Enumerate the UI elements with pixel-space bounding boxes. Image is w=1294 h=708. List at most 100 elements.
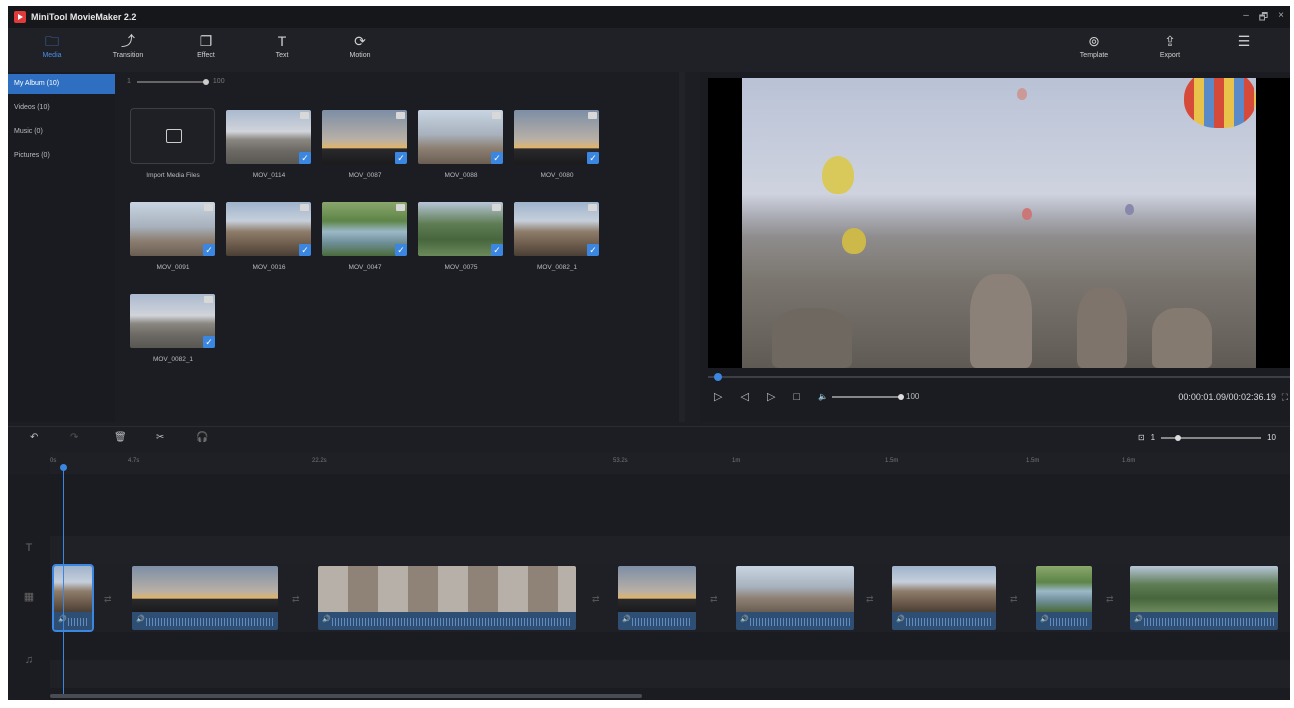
split-icon[interactable]: ✂: [156, 432, 164, 443]
volume-knob[interactable]: [898, 393, 905, 400]
transition-icon[interactable]: ⇄: [1106, 594, 1114, 605]
timeline-clip[interactable]: 🔊: [318, 566, 576, 630]
transition-icon[interactable]: ⇄: [1010, 594, 1018, 605]
import-media-box[interactable]: [130, 108, 215, 164]
checked-icon[interactable]: ✓: [299, 244, 311, 256]
tab-effect[interactable]: ❐ Effect: [176, 32, 236, 59]
thumb-size-track[interactable]: [136, 78, 209, 85]
transition-icon[interactable]: ⇄: [104, 594, 112, 605]
media-thumbnail[interactable]: ✓: [130, 294, 215, 348]
category-videos[interactable]: Videos (10): [8, 98, 115, 118]
volume-icon[interactable]: 🔈: [818, 392, 828, 401]
media-item[interactable]: ✓ MOV_0088: [415, 106, 503, 192]
text-track-icon: T: [25, 542, 33, 554]
media-item[interactable]: ✓ MOV_0091: [127, 198, 215, 284]
timeline-ruler[interactable]: 0s 4.7s 22.2s 53.2s 1m 1.5m 1.5m 1.6m: [50, 452, 1290, 474]
media-item[interactable]: ✓ MOV_0080: [511, 106, 599, 192]
fit-icon[interactable]: ⊡: [1138, 433, 1145, 442]
delete-icon[interactable]: 🗑: [114, 432, 127, 443]
timeline-clip[interactable]: 🔊: [132, 566, 278, 630]
timeline-scrollbar[interactable]: [50, 694, 642, 698]
media-thumbnail[interactable]: ✓: [418, 202, 503, 256]
transition-icon[interactable]: ⇄: [866, 594, 874, 605]
close-button[interactable]: ×: [1278, 10, 1284, 27]
category-pictures[interactable]: Pictures (0): [8, 146, 115, 166]
seek-handle[interactable]: [713, 373, 722, 381]
checked-icon[interactable]: ✓: [491, 244, 503, 256]
tab-motion[interactable]: ⟳ Motion: [330, 32, 390, 59]
play-icon[interactable]: ▷: [714, 390, 722, 403]
checked-icon[interactable]: ✓: [491, 152, 503, 164]
music-track[interactable]: [50, 660, 1290, 688]
timeline-clip[interactable]: 🔊: [1130, 566, 1278, 630]
media-thumbnail[interactable]: ✓: [322, 202, 407, 256]
media-thumbnail[interactable]: ✓: [130, 202, 215, 256]
category-my-album[interactable]: My Album (10): [8, 74, 115, 94]
media-item[interactable]: ✓ MOV_0082_1: [127, 290, 215, 376]
transition-icon[interactable]: ⇄: [710, 594, 718, 605]
media-item[interactable]: ✓ MOV_0016: [223, 198, 311, 284]
media-thumbnail[interactable]: ✓: [418, 110, 503, 164]
timeline-clip[interactable]: 🔊: [1036, 566, 1092, 630]
media-item[interactable]: ✓ MOV_0114: [223, 106, 311, 192]
undo-icon[interactable]: ↶: [30, 432, 38, 443]
timeline-clip[interactable]: 🔊: [892, 566, 996, 630]
speaker-icon[interactable]: 🔊: [740, 615, 749, 623]
playhead-line[interactable]: [63, 466, 64, 696]
thumb-size-knob[interactable]: [202, 78, 209, 85]
checked-icon[interactable]: ✓: [203, 244, 215, 256]
zoom-knob[interactable]: [1175, 434, 1182, 441]
volume-slider[interactable]: [832, 393, 905, 400]
prev-frame-icon[interactable]: ◁: [740, 390, 748, 403]
crop-audio-icon[interactable]: 🎧: [196, 432, 208, 443]
timeline-clip[interactable]: 🔊: [736, 566, 854, 630]
stop-icon[interactable]: □: [793, 391, 800, 403]
redo-icon[interactable]: ↷: [70, 432, 78, 443]
media-thumbnail[interactable]: ✓: [514, 110, 599, 164]
speaker-icon[interactable]: 🔊: [1134, 615, 1143, 623]
media-item[interactable]: ✓ MOV_0082_1: [511, 198, 599, 284]
media-thumbnail[interactable]: ✓: [226, 202, 311, 256]
checked-icon[interactable]: ✓: [395, 152, 407, 164]
timeline-clip[interactable]: 🔊: [52, 564, 94, 632]
zoom-slider[interactable]: [1161, 434, 1262, 441]
transition-icon[interactable]: ⇄: [292, 594, 300, 605]
speaker-icon[interactable]: 🔊: [1040, 615, 1049, 623]
media-scrollbar[interactable]: [679, 72, 685, 422]
transition-icon[interactable]: ⇄: [592, 594, 600, 605]
tab-media[interactable]: 🗀 Media: [22, 32, 82, 59]
speaker-icon[interactable]: 🔊: [896, 615, 905, 623]
fullscreen-icon[interactable]: ⛶: [1282, 392, 1288, 403]
playback-seekbar[interactable]: [708, 373, 1290, 381]
volume-control[interactable]: 🔈 100: [818, 392, 919, 401]
speaker-icon[interactable]: 🔊: [322, 615, 331, 623]
next-frame-icon[interactable]: ▷: [767, 390, 775, 403]
tab-transition[interactable]: ⤴ Transition: [98, 32, 158, 59]
media-item[interactable]: ✓ MOV_0087: [319, 106, 407, 192]
menu-button[interactable]: ☰: [1214, 32, 1274, 50]
speaker-icon[interactable]: 🔊: [622, 615, 631, 623]
tab-text[interactable]: T Text: [252, 32, 312, 59]
checked-icon[interactable]: ✓: [395, 244, 407, 256]
thumbnail-size-slider[interactable]: 1 100: [127, 78, 225, 85]
video-player[interactable]: [708, 78, 1290, 368]
media-thumbnail[interactable]: ✓: [226, 110, 311, 164]
media-item[interactable]: ✓ MOV_0075: [415, 198, 503, 284]
timeline-clip[interactable]: 🔊: [618, 566, 696, 630]
speaker-icon[interactable]: 🔊: [136, 615, 145, 623]
checked-icon[interactable]: ✓: [299, 152, 311, 164]
timeline-zoom[interactable]: ⊡ 1 10: [1138, 433, 1276, 442]
template-button[interactable]: ⊚ Template: [1064, 32, 1124, 59]
media-thumbnail[interactable]: ✓: [322, 110, 407, 164]
checked-icon[interactable]: ✓: [587, 152, 599, 164]
checked-icon[interactable]: ✓: [587, 244, 599, 256]
media-item[interactable]: ✓ MOV_0047: [319, 198, 407, 284]
media-thumbnail[interactable]: ✓: [514, 202, 599, 256]
category-music[interactable]: Music (0): [8, 122, 115, 142]
text-track[interactable]: [50, 536, 1290, 564]
minimize-button[interactable]: –: [1243, 10, 1249, 27]
export-button[interactable]: ⇪ Export: [1140, 32, 1200, 59]
import-media-tile[interactable]: Import Media Files: [127, 106, 215, 192]
maximize-button[interactable]: 🗗: [1259, 10, 1268, 27]
checked-icon[interactable]: ✓: [203, 336, 215, 348]
